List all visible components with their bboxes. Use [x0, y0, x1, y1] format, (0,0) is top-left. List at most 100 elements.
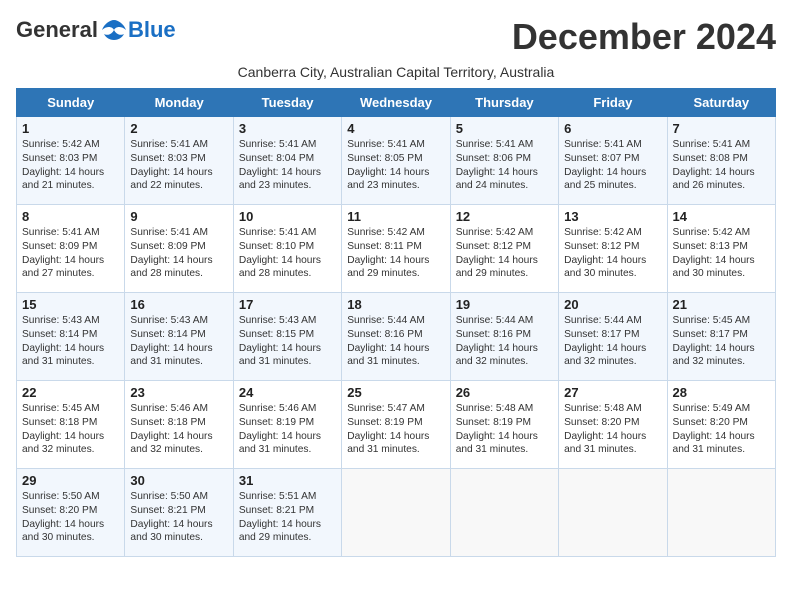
calendar-cell — [342, 469, 450, 557]
calendar-cell: 21 Sunrise: 5:45 AMSunset: 8:17 PMDayligh… — [667, 293, 775, 381]
day-number: 7 — [673, 121, 770, 136]
calendar-cell: 22Sunrise: 5:45 AMSunset: 8:18 PMDayligh… — [17, 381, 125, 469]
calendar-cell: 6 Sunrise: 5:41 AMSunset: 8:07 PMDaylight… — [559, 117, 667, 205]
day-number: 19 — [456, 297, 553, 312]
calendar-cell: 13 Sunrise: 5:42 AMSunset: 8:12 PMDayligh… — [559, 205, 667, 293]
calendar-table: SundayMondayTuesdayWednesdayThursdayFrid… — [16, 88, 776, 557]
calendar-cell: 23 Sunrise: 5:46 AMSunset: 8:18 PMDayligh… — [125, 381, 233, 469]
calendar-cell: 5 Sunrise: 5:41 AMSunset: 8:06 PMDaylight… — [450, 117, 558, 205]
calendar-cell: 18Sunrise: 5:44 AMSunset: 8:16 PMDayligh… — [342, 293, 450, 381]
day-detail: Sunrise: 5:51 AMSunset: 8:21 PMDaylight:… — [239, 490, 336, 545]
col-header-friday: Friday — [559, 89, 667, 117]
header: General Blue December 2024 — [16, 16, 776, 58]
day-detail: Sunrise: 5:43 AMSunset: 8:14 PMDaylight:… — [130, 314, 227, 369]
calendar-cell: 3 Sunrise: 5:41 AMSunset: 8:04 PMDaylight… — [233, 117, 341, 205]
day-number: 25 — [347, 385, 444, 400]
calendar-cell: 16 Sunrise: 5:43 AMSunset: 8:14 PMDayligh… — [125, 293, 233, 381]
day-detail: Sunrise: 5:42 AMSunset: 8:12 PMDaylight:… — [564, 226, 661, 281]
calendar-cell: 10 Sunrise: 5:41 AMSunset: 8:10 PMDayligh… — [233, 205, 341, 293]
day-number: 22 — [22, 385, 119, 400]
day-number: 10 — [239, 209, 336, 224]
calendar-week-row: 15 Sunrise: 5:43 AMSunset: 8:14 PMDayligh… — [17, 293, 776, 381]
calendar-cell: 20Sunrise: 5:44 AMSunset: 8:17 PMDayligh… — [559, 293, 667, 381]
calendar-cell: 11 Sunrise: 5:42 AMSunset: 8:11 PMDayligh… — [342, 205, 450, 293]
day-detail: Sunrise: 5:46 AMSunset: 8:18 PMDaylight:… — [130, 402, 227, 457]
calendar-cell: 29Sunrise: 5:50 AMSunset: 8:20 PMDayligh… — [17, 469, 125, 557]
day-detail: Sunrise: 5:49 AMSunset: 8:20 PMDaylight:… — [673, 402, 770, 457]
calendar-cell — [667, 469, 775, 557]
day-number: 15 — [22, 297, 119, 312]
day-number: 28 — [673, 385, 770, 400]
day-detail: Sunrise: 5:43 AMSunset: 8:14 PMDaylight:… — [22, 314, 119, 369]
logo-general: General — [16, 17, 98, 43]
logo-blue: Blue — [128, 17, 176, 43]
calendar-cell — [559, 469, 667, 557]
day-number: 4 — [347, 121, 444, 136]
day-number: 1 — [22, 121, 119, 136]
day-number: 31 — [239, 473, 336, 488]
day-number: 11 — [347, 209, 444, 224]
day-detail: Sunrise: 5:42 AMSunset: 8:03 PMDaylight:… — [22, 138, 119, 193]
day-detail: Sunrise: 5:45 AMSunset: 8:17 PMDaylight:… — [673, 314, 770, 369]
day-number: 23 — [130, 385, 227, 400]
col-header-tuesday: Tuesday — [233, 89, 341, 117]
day-number: 14 — [673, 209, 770, 224]
calendar-cell: 1 Sunrise: 5:42 AMSunset: 8:03 PMDaylight… — [17, 117, 125, 205]
day-number: 3 — [239, 121, 336, 136]
logo-area: General Blue — [16, 16, 176, 44]
day-detail: Sunrise: 5:41 AMSunset: 8:07 PMDaylight:… — [564, 138, 661, 193]
calendar-cell: 24Sunrise: 5:46 AMSunset: 8:19 PMDayligh… — [233, 381, 341, 469]
day-number: 9 — [130, 209, 227, 224]
day-detail: Sunrise: 5:41 AMSunset: 8:08 PMDaylight:… — [673, 138, 770, 193]
logo-bird-icon — [100, 16, 128, 44]
day-detail: Sunrise: 5:41 AMSunset: 8:10 PMDaylight:… — [239, 226, 336, 281]
calendar-cell: 19 Sunrise: 5:44 AMSunset: 8:16 PMDayligh… — [450, 293, 558, 381]
calendar-week-row: 29Sunrise: 5:50 AMSunset: 8:20 PMDayligh… — [17, 469, 776, 557]
day-detail: Sunrise: 5:50 AMSunset: 8:21 PMDaylight:… — [130, 490, 227, 545]
calendar-header-row: SundayMondayTuesdayWednesdayThursdayFrid… — [17, 89, 776, 117]
calendar-cell: 8 Sunrise: 5:41 AMSunset: 8:09 PMDaylight… — [17, 205, 125, 293]
calendar-cell: 4Sunrise: 5:41 AMSunset: 8:05 PMDaylight… — [342, 117, 450, 205]
day-detail: Sunrise: 5:41 AMSunset: 8:06 PMDaylight:… — [456, 138, 553, 193]
day-detail: Sunrise: 5:41 AMSunset: 8:03 PMDaylight:… — [130, 138, 227, 193]
col-header-saturday: Saturday — [667, 89, 775, 117]
day-number: 13 — [564, 209, 661, 224]
day-number: 24 — [239, 385, 336, 400]
day-detail: Sunrise: 5:42 AMSunset: 8:11 PMDaylight:… — [347, 226, 444, 281]
day-detail: Sunrise: 5:41 AMSunset: 8:04 PMDaylight:… — [239, 138, 336, 193]
day-number: 30 — [130, 473, 227, 488]
day-detail: Sunrise: 5:41 AMSunset: 8:09 PMDaylight:… — [130, 226, 227, 281]
day-number: 26 — [456, 385, 553, 400]
col-header-sunday: Sunday — [17, 89, 125, 117]
day-detail: Sunrise: 5:48 AMSunset: 8:20 PMDaylight:… — [564, 402, 661, 457]
day-detail: Sunrise: 5:41 AMSunset: 8:09 PMDaylight:… — [22, 226, 119, 281]
calendar-cell: 17 Sunrise: 5:43 AMSunset: 8:15 PMDayligh… — [233, 293, 341, 381]
day-number: 12 — [456, 209, 553, 224]
day-number: 17 — [239, 297, 336, 312]
day-detail: Sunrise: 5:43 AMSunset: 8:15 PMDaylight:… — [239, 314, 336, 369]
subtitle: Canberra City, Australian Capital Territ… — [16, 64, 776, 80]
day-detail: Sunrise: 5:47 AMSunset: 8:19 PMDaylight:… — [347, 402, 444, 457]
day-number: 27 — [564, 385, 661, 400]
day-number: 29 — [22, 473, 119, 488]
calendar-week-row: 1 Sunrise: 5:42 AMSunset: 8:03 PMDaylight… — [17, 117, 776, 205]
day-number: 6 — [564, 121, 661, 136]
calendar-cell: 31 Sunrise: 5:51 AMSunset: 8:21 PMDayligh… — [233, 469, 341, 557]
col-header-thursday: Thursday — [450, 89, 558, 117]
calendar-cell: 2 Sunrise: 5:41 AMSunset: 8:03 PMDaylight… — [125, 117, 233, 205]
day-number: 5 — [456, 121, 553, 136]
day-number: 16 — [130, 297, 227, 312]
day-number: 8 — [22, 209, 119, 224]
calendar-cell: 14 Sunrise: 5:42 AMSunset: 8:13 PMDayligh… — [667, 205, 775, 293]
day-detail: Sunrise: 5:44 AMSunset: 8:16 PMDaylight:… — [456, 314, 553, 369]
calendar-cell: 28 Sunrise: 5:49 AMSunset: 8:20 PMDayligh… — [667, 381, 775, 469]
day-number: 2 — [130, 121, 227, 136]
day-detail: Sunrise: 5:42 AMSunset: 8:12 PMDaylight:… — [456, 226, 553, 281]
day-detail: Sunrise: 5:42 AMSunset: 8:13 PMDaylight:… — [673, 226, 770, 281]
day-detail: Sunrise: 5:44 AMSunset: 8:17 PMDaylight:… — [564, 314, 661, 369]
calendar-cell: 7 Sunrise: 5:41 AMSunset: 8:08 PMDaylight… — [667, 117, 775, 205]
month-title: December 2024 — [512, 16, 776, 58]
calendar-cell: 26Sunrise: 5:48 AMSunset: 8:19 PMDayligh… — [450, 381, 558, 469]
col-header-monday: Monday — [125, 89, 233, 117]
day-number: 21 — [673, 297, 770, 312]
